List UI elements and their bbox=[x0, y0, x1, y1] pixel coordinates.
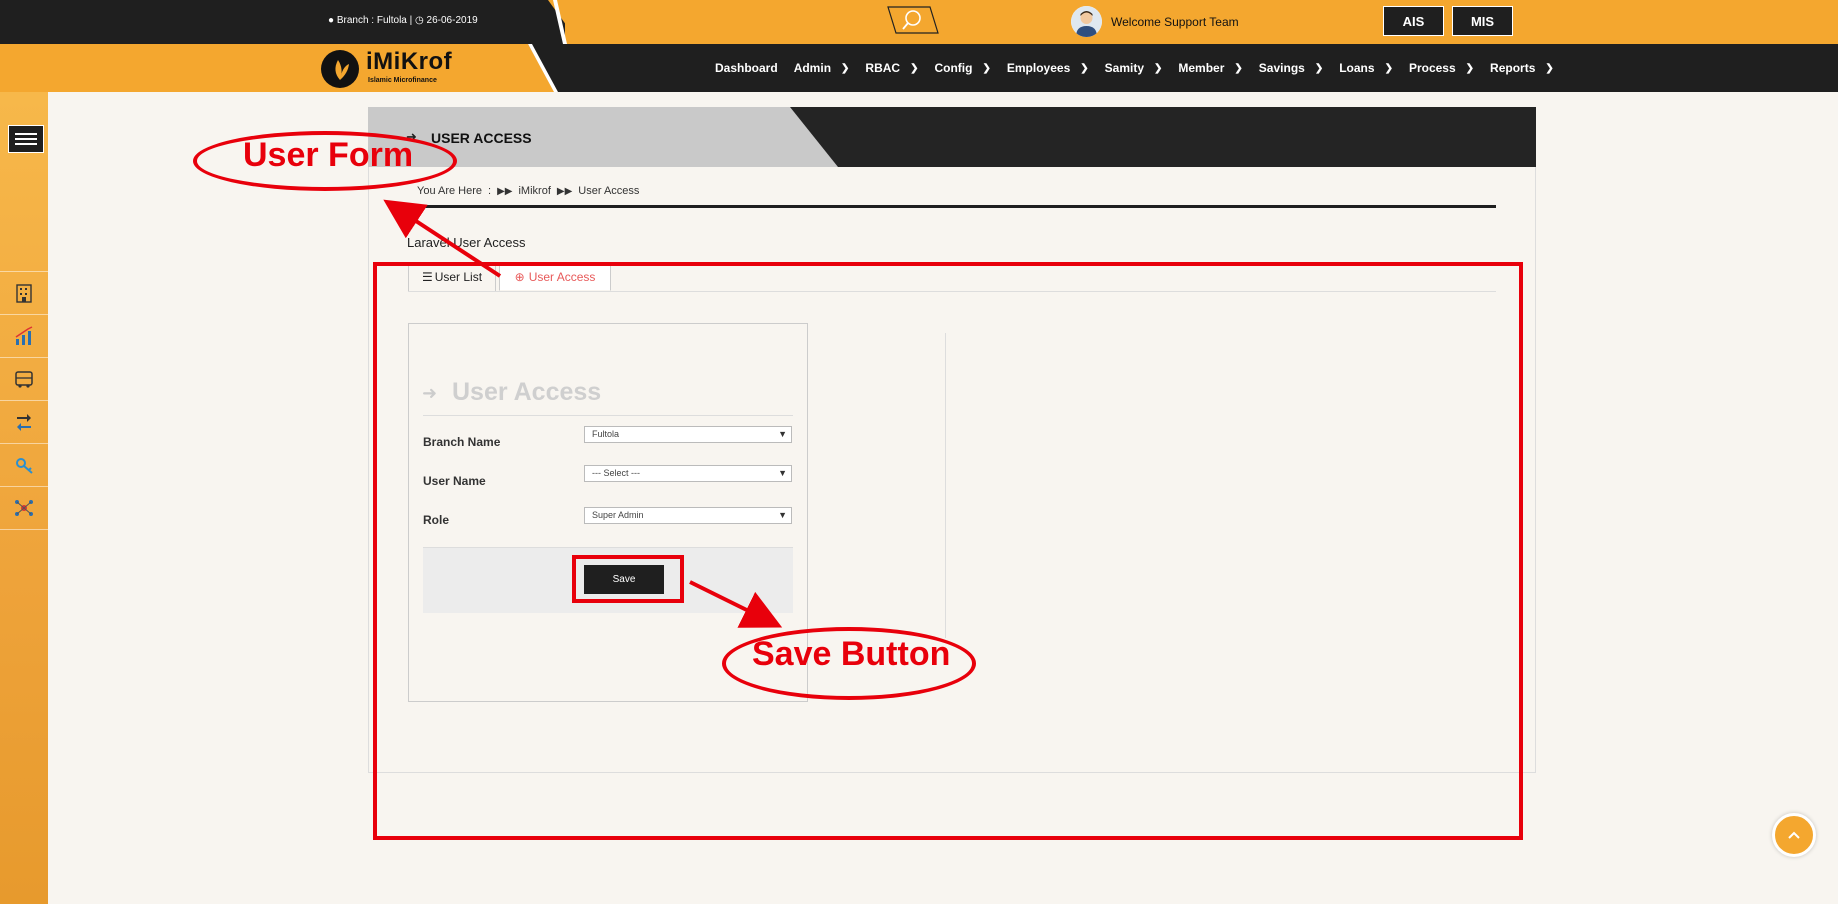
nav-item-config[interactable]: Config ❯ bbox=[934, 61, 990, 75]
building-icon bbox=[16, 284, 32, 303]
nav-label: Employees bbox=[1006, 61, 1071, 75]
breadcrumb-colon: : bbox=[488, 185, 492, 197]
chevron-right-icon: ❯ bbox=[1545, 62, 1554, 74]
chevron-right-icon: ❯ bbox=[982, 62, 991, 74]
branch-label: Branch : Fultola | bbox=[336, 15, 413, 26]
double-chevron-icon: ▶▶ bbox=[556, 185, 573, 197]
top-bar-dark-section bbox=[0, 0, 565, 44]
nav-item-savings[interactable]: Savings ❯ bbox=[1259, 61, 1323, 75]
nav-menu: Dashboard Admin ❯ RBAC ❯ Config ❯ Employees… bbox=[715, 44, 1570, 92]
chevron-up-icon bbox=[1788, 831, 1800, 839]
nav-label: Dashboard bbox=[715, 61, 778, 75]
transfer-icon bbox=[17, 414, 31, 431]
nav-item-employees[interactable]: Employees ❯ bbox=[1007, 61, 1089, 75]
chart-icon bbox=[15, 326, 33, 345]
annotation-user-form-label: User Form bbox=[243, 136, 414, 174]
hamburger-menu-button[interactable] bbox=[8, 125, 44, 153]
breadcrumb-prefix: You Are Here bbox=[417, 185, 483, 197]
nav-label: Loans bbox=[1339, 61, 1375, 75]
chevron-right-icon: ❯ bbox=[910, 62, 919, 74]
nav-item-dashboard[interactable]: Dashboard bbox=[715, 61, 778, 75]
nav-item-process[interactable]: Process ❯ bbox=[1409, 61, 1474, 75]
chevron-right-icon: ❯ bbox=[1234, 62, 1243, 74]
nav-label: Config bbox=[934, 61, 973, 75]
clock-icon: ◷ bbox=[415, 15, 424, 26]
sidebar-item-bus[interactable] bbox=[0, 357, 48, 400]
bus-icon bbox=[15, 371, 33, 388]
user-avatar-icon bbox=[1071, 6, 1102, 37]
nav-label: Reports bbox=[1490, 61, 1536, 75]
page-subtitle: Laravel User Access bbox=[407, 235, 526, 250]
sidebar-item-transfer[interactable] bbox=[0, 400, 48, 443]
nav-label: Savings bbox=[1258, 61, 1305, 75]
nav-label: Admin bbox=[793, 61, 832, 75]
welcome-text: Welcome Support Team bbox=[1111, 15, 1239, 29]
nav-item-loans[interactable]: Loans ❯ bbox=[1339, 61, 1393, 75]
hamburger-line bbox=[15, 143, 37, 145]
annotation-highlight-box bbox=[373, 262, 1523, 840]
nav-label: Samity bbox=[1104, 61, 1144, 75]
chevron-right-icon: ❯ bbox=[1465, 62, 1475, 74]
network-icon bbox=[15, 500, 33, 516]
scroll-to-top-button[interactable] bbox=[1772, 813, 1816, 857]
search-icon bbox=[887, 6, 939, 34]
breadcrumb-item-current: User Access bbox=[578, 185, 640, 197]
logo-area bbox=[0, 44, 555, 92]
hamburger-line bbox=[15, 138, 37, 140]
mis-button[interactable]: MIS bbox=[1452, 6, 1513, 36]
key-icon bbox=[16, 458, 33, 474]
page-title: USER ACCESS bbox=[431, 130, 532, 146]
sidebar-item-chart[interactable] bbox=[0, 314, 48, 357]
breadcrumb-underline bbox=[406, 205, 1496, 208]
nav-label: Process bbox=[1408, 61, 1456, 75]
logo-name[interactable]: iMiKrof bbox=[366, 48, 452, 76]
nav-item-samity[interactable]: Samity ❯ bbox=[1105, 61, 1163, 75]
logo-icon[interactable] bbox=[320, 49, 360, 89]
sidebar-item-network[interactable] bbox=[0, 486, 48, 530]
logo-subtitle: Islamic Microfinance bbox=[368, 77, 437, 84]
ais-button[interactable]: AIS bbox=[1383, 6, 1444, 36]
breadcrumb-item-home[interactable]: iMikrof bbox=[518, 185, 550, 197]
breadcrumb: You Are Here : ▶▶ iMikrof ▶▶ User Access bbox=[417, 185, 639, 197]
double-chevron-icon: ▶▶ bbox=[497, 185, 513, 197]
nav-item-admin[interactable]: Admin ❯ bbox=[794, 61, 850, 75]
user-avatar[interactable] bbox=[1071, 6, 1102, 37]
globe-icon: ● bbox=[328, 15, 335, 26]
annotation-save-button-label: Save Button bbox=[752, 635, 951, 673]
chevron-right-icon: ❯ bbox=[1080, 62, 1089, 74]
chevron-right-icon: ❯ bbox=[1154, 62, 1163, 74]
nav-item-member[interactable]: Member ❯ bbox=[1178, 61, 1242, 75]
current-date: 26-06-2019 bbox=[426, 15, 478, 26]
nav-label: Member bbox=[1178, 61, 1225, 75]
chevron-right-icon: ❯ bbox=[841, 62, 850, 74]
sidebar-item-building[interactable] bbox=[0, 271, 48, 314]
chevron-right-icon: ❯ bbox=[1384, 62, 1393, 74]
sidebar-item-key[interactable] bbox=[0, 443, 48, 486]
nav-label: RBAC bbox=[865, 61, 901, 75]
branch-info: ● Branch : Fultola | ◷ 26-06-2019 bbox=[328, 15, 478, 26]
annotation-save-highlight-box bbox=[572, 555, 684, 603]
search-button[interactable] bbox=[886, 6, 940, 34]
chevron-right-icon: ❯ bbox=[1314, 62, 1324, 74]
nav-item-rbac[interactable]: RBAC ❯ bbox=[865, 61, 918, 75]
hamburger-line bbox=[15, 133, 37, 135]
nav-item-reports[interactable]: Reports ❯ bbox=[1490, 61, 1554, 75]
